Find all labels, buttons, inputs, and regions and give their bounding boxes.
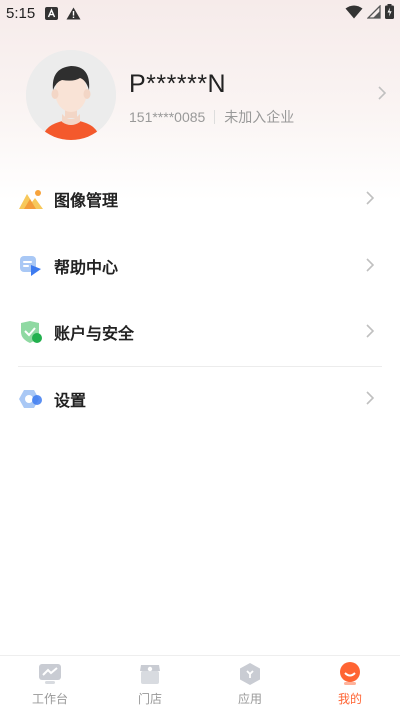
menu-item-account-security[interactable]: 账户与安全 <box>0 299 400 366</box>
chevron-right-icon <box>366 390 375 410</box>
subline-divider <box>214 110 216 124</box>
tab-mine[interactable]: 我的 <box>300 656 400 710</box>
menu-item-label: 设置 <box>54 392 87 410</box>
chevron-right-icon <box>378 86 387 105</box>
tab-label: 工作台 <box>31 692 68 706</box>
tab-label: 我的 <box>337 692 362 706</box>
menu-item-settings[interactable]: 设置 <box>0 366 400 433</box>
avatar[interactable] <box>26 50 116 140</box>
menu-divider <box>18 366 382 367</box>
menu-item-help-center[interactable]: 帮助中心 <box>0 233 400 300</box>
account-security-icon <box>18 319 44 345</box>
status-bar: 5:15 <box>0 0 400 26</box>
app-notification-icon <box>45 6 59 20</box>
apps-icon <box>237 661 263 687</box>
menu-item-image-management[interactable]: 图像管理 <box>0 166 400 233</box>
user-subline: 151****0085 未加入企业 <box>129 107 294 127</box>
workbench-icon <box>37 661 63 687</box>
mine-icon <box>337 661 363 687</box>
user-company: 未加入企业 <box>224 109 295 125</box>
signal-icon <box>366 3 381 24</box>
status-time: 5:15 <box>6 4 36 22</box>
chevron-right-icon <box>366 257 375 277</box>
wifi-icon <box>345 5 363 24</box>
tab-label: 应用 <box>237 692 262 706</box>
tab-store[interactable]: 门店 <box>100 656 200 710</box>
chevron-right-icon <box>366 324 375 343</box>
tab-workbench[interactable]: 工作台 <box>0 656 100 710</box>
tab-label: 门店 <box>137 692 162 706</box>
image-management-icon <box>18 186 44 212</box>
menu-item-label: 帮助中心 <box>54 259 119 277</box>
menu-item-label: 图像管理 <box>54 193 119 211</box>
battery-charging-icon <box>385 4 394 24</box>
chevron-right-icon <box>366 191 375 210</box>
tab-apps[interactable]: 应用 <box>200 656 300 710</box>
menu-list: 图像管理 帮助中心 账户与安全 设置 <box>0 166 400 432</box>
help-center-icon <box>18 253 44 279</box>
settings-icon <box>18 386 44 412</box>
menu-item-label: 账户与安全 <box>54 326 135 344</box>
store-icon <box>137 661 163 687</box>
profile-card[interactable]: P******N 151****0085 未加入企业 <box>26 50 387 140</box>
bottom-tab-bar: 工作台 门店 应用 我的 <box>0 655 400 710</box>
user-phone: 151****0085 <box>129 109 206 125</box>
warning-icon <box>66 7 81 20</box>
user-nickname: P******N <box>129 70 227 98</box>
